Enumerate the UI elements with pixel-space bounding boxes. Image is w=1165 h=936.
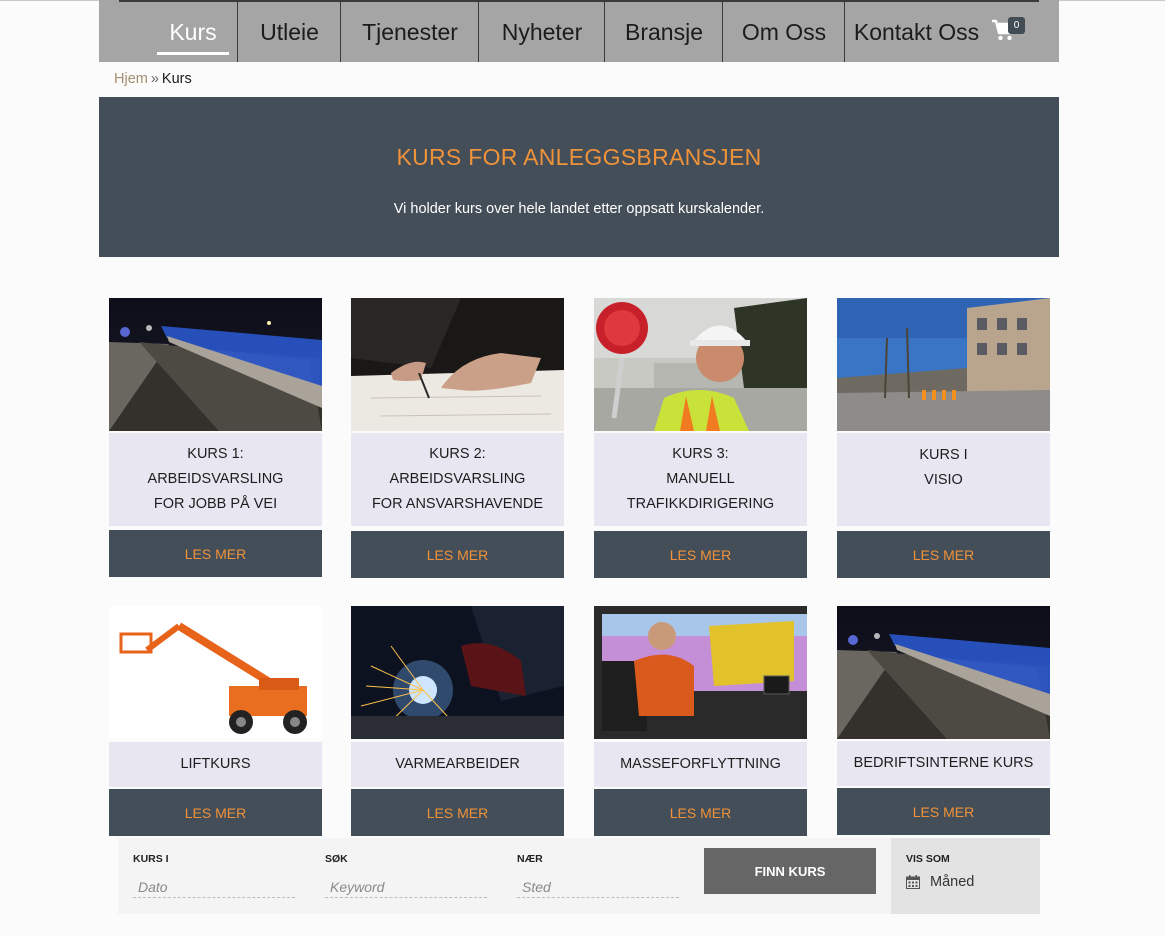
- breadcrumb: Hjem» Kurs: [114, 71, 192, 87]
- read-more-button[interactable]: LES MER: [594, 789, 807, 836]
- breadcrumb-current: Kurs: [161, 71, 192, 87]
- course-title: LIFTKURS: [109, 742, 322, 787]
- view-mode-label: VIS SOM: [906, 853, 950, 865]
- page-subtitle: Vi holder kurs over hele landet etter op…: [393, 201, 765, 217]
- course-image-traffic-worker[interactable]: [594, 298, 807, 431]
- course-image-city-street[interactable]: [837, 298, 1050, 431]
- find-courses-button[interactable]: FINN KURS: [704, 848, 876, 894]
- nav-item-nyheter[interactable]: Nyheter: [478, 2, 605, 62]
- keyword-field-label: SØK: [325, 853, 348, 865]
- breadcrumb-home-link[interactable]: Hjem: [114, 71, 148, 87]
- hero-banner: KURS FOR ANLEGGSBRANSJEN Vi holder kurs …: [99, 97, 1059, 257]
- course-image-boom-lift[interactable]: [109, 606, 322, 739]
- read-more-button[interactable]: LES MER: [351, 789, 564, 836]
- course-card: BEDRIFTSINTERNE KURS LES MER: [837, 606, 1050, 835]
- date-input[interactable]: [133, 876, 295, 898]
- location-input[interactable]: [517, 876, 679, 898]
- course-title: KURS 2: ARBEIDSVARSLING FOR ANSVARSHAVENDE: [351, 433, 564, 526]
- course-title: KURS 3: MANUELL TRAFIKKDIRIGERING: [594, 433, 807, 526]
- course-title: VARMEARBEIDER: [351, 742, 564, 787]
- course-title: BEDRIFTSINTERNE KURS: [837, 741, 1050, 786]
- read-more-button[interactable]: LES MER: [837, 531, 1050, 578]
- read-more-button[interactable]: LES MER: [594, 531, 807, 578]
- read-more-button[interactable]: LES MER: [837, 788, 1050, 835]
- view-mode-value[interactable]: Måned: [930, 874, 974, 890]
- course-card: MASSEFORFLYTTNING LES MER: [594, 606, 807, 836]
- nav-item-kurs[interactable]: Kurs: [157, 2, 229, 62]
- location-field-label: NÆR: [517, 853, 543, 865]
- course-card: LIFTKURS LES MER: [109, 606, 322, 836]
- cart-count-badge: 0: [1008, 17, 1025, 34]
- nav-item-om-oss[interactable]: Om Oss: [722, 2, 845, 62]
- course-image-welding[interactable]: [351, 606, 564, 739]
- course-image-excavator-simulator[interactable]: [594, 606, 807, 739]
- breadcrumb-separator: »: [150, 71, 159, 87]
- calendar-icon: [906, 875, 920, 889]
- course-card: VARMEARBEIDER LES MER: [351, 606, 564, 836]
- course-search-bar: KURS I SØK NÆR FINN KURS: [118, 838, 891, 914]
- read-more-button[interactable]: LES MER: [109, 789, 322, 836]
- course-image-night-road[interactable]: [109, 298, 322, 431]
- nav-item-utleie[interactable]: Utleie: [237, 2, 341, 62]
- course-card: KURS 1: ARBEIDSVARSLING FOR JOBB PÅ VEI LE…: [109, 298, 322, 577]
- nav-item-tjenester[interactable]: Tjenester: [340, 2, 479, 62]
- course-card: KURS 3: MANUELL TRAFIKKDIRIGERING LES MER: [594, 298, 807, 578]
- view-mode-selector[interactable]: VIS SOM Måned: [891, 838, 1040, 914]
- read-more-button[interactable]: LES MER: [351, 531, 564, 578]
- course-card: KURS I VISIO LES MER: [837, 298, 1050, 578]
- page-title: KURS FOR ANLEGGSBRANSJEN: [396, 144, 762, 170]
- keyword-input[interactable]: [325, 876, 487, 898]
- course-title: KURS I VISIO: [837, 433, 1050, 526]
- nav-item-kontakt-oss[interactable]: Kontakt Oss: [844, 2, 988, 62]
- read-more-button[interactable]: LES MER: [109, 530, 322, 577]
- course-title: KURS 1: ARBEIDSVARSLING FOR JOBB PÅ VEI: [109, 433, 322, 526]
- main-nav: Kurs Utleie Tjenester Nyheter Bransje Om…: [99, 0, 1059, 62]
- course-title: MASSEFORFLYTTNING: [594, 742, 807, 787]
- course-image-signing[interactable]: [351, 298, 564, 431]
- nav-item-bransje[interactable]: Bransje: [604, 2, 723, 62]
- course-image-night-road[interactable]: [837, 606, 1050, 739]
- course-card: KURS 2: ARBEIDSVARSLING FOR ANSVARSHAVENDE…: [351, 298, 564, 578]
- date-field-label: KURS I: [133, 853, 169, 865]
